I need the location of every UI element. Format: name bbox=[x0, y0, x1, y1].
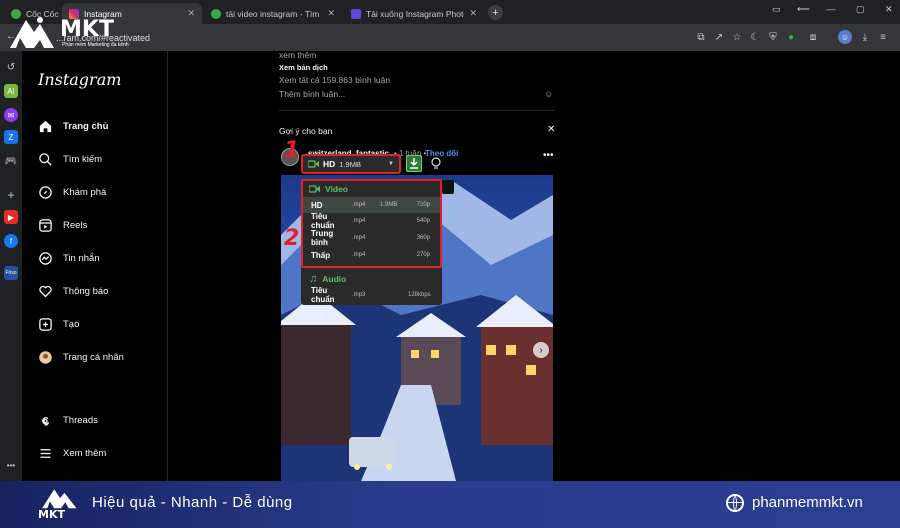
music-note-icon: ♫ bbox=[309, 273, 318, 285]
messenger-icon bbox=[39, 251, 52, 265]
site-favicon-icon bbox=[351, 8, 361, 19]
nav-home[interactable]: Trang chủ bbox=[38, 117, 108, 135]
audio-section-header: ♫ Audio bbox=[309, 273, 347, 285]
close-tab-icon[interactable]: ✕ bbox=[327, 8, 335, 19]
extensions-icon[interactable]: ⧈ bbox=[806, 30, 820, 44]
new-tab-button[interactable]: + bbox=[488, 5, 503, 20]
minimize-icon[interactable]: — bbox=[826, 4, 835, 14]
see-translation-link[interactable]: Xem bản dịch bbox=[279, 63, 328, 72]
video-camera-icon bbox=[308, 160, 319, 168]
back-arrow-icon[interactable]: ⟵ bbox=[797, 4, 810, 14]
nav-notifications[interactable]: Thông báo bbox=[38, 282, 108, 300]
quality-option-medium[interactable]: Trung bình .mp4 360p bbox=[302, 229, 441, 247]
banner-mkt-logo: MKT bbox=[38, 486, 84, 524]
hamburger-icon bbox=[40, 448, 51, 458]
nav-reels[interactable]: Reels bbox=[38, 216, 87, 234]
menu-icon[interactable]: ≡ bbox=[876, 30, 890, 44]
mkt-logo-mark-icon bbox=[42, 489, 77, 509]
tooltip-stub bbox=[442, 180, 454, 194]
download-button[interactable] bbox=[406, 155, 422, 172]
add-comment-input[interactable]: Thêm bình luận... bbox=[279, 89, 345, 99]
download-extension-icon[interactable]: ● bbox=[784, 30, 798, 44]
nav-profile[interactable]: Trang cá nhân bbox=[38, 348, 124, 366]
avatar bbox=[39, 350, 52, 364]
emoji-icon[interactable]: ☺ bbox=[544, 89, 553, 99]
compass-icon bbox=[39, 185, 52, 199]
quality-option-low[interactable]: Thấp .mp4 270p bbox=[302, 247, 441, 263]
coccoc-favicon-icon bbox=[211, 8, 221, 19]
video-section-header: Video bbox=[309, 184, 348, 194]
lightbulb-icon[interactable] bbox=[428, 155, 444, 172]
share-icon[interactable]: ↗ bbox=[712, 30, 726, 44]
download-arrow-icon bbox=[410, 158, 418, 169]
window-controls: ▭ ⟵ — ▢ ✕ bbox=[772, 4, 893, 15]
suggestions-title: Gợi ý cho bạn bbox=[279, 126, 333, 136]
view-all-comments-link[interactable]: Xem tất cả 159.863 bình luận bbox=[279, 75, 390, 85]
next-image-button[interactable]: › bbox=[533, 342, 549, 358]
dropdown-caret-icon: ▼ bbox=[388, 161, 394, 167]
step-marker-2: 2 bbox=[284, 226, 300, 251]
ai-assistant-icon[interactable]: AI bbox=[4, 84, 18, 98]
maximize-icon[interactable]: ▢ bbox=[856, 4, 865, 14]
close-suggestions-icon[interactable]: ✕ bbox=[547, 124, 555, 135]
download-icon[interactable]: ⤓ bbox=[858, 30, 872, 44]
step-marker-1: 1 bbox=[284, 138, 300, 163]
history-icon[interactable]: ↺ bbox=[4, 60, 18, 74]
nav-explore[interactable]: Khám phá bbox=[38, 183, 106, 201]
mkt-logo-mark-icon bbox=[10, 17, 54, 48]
screenshot-icon[interactable]: ⧉ bbox=[694, 30, 708, 44]
game-icon[interactable]: 🎮 bbox=[4, 154, 18, 168]
banner-mkt-wordmark: MKT bbox=[38, 508, 65, 521]
tab-download[interactable]: Tải xuống Instagram Photos, Video, ... ✕ bbox=[344, 3, 484, 24]
divider bbox=[279, 110, 555, 111]
cast-icon[interactable]: ▭ bbox=[772, 4, 781, 14]
messenger-icon[interactable]: ✉ bbox=[4, 108, 18, 122]
audio-option-standard[interactable]: Tiêu chuẩn .mp3 128kbps bbox=[302, 286, 441, 304]
tab-search[interactable]: tải video instagram - Tìm với Cốc Cốc ✕ bbox=[204, 3, 342, 24]
more-dots-icon[interactable]: ••• bbox=[4, 458, 18, 472]
see-more-link[interactable]: xem thêm bbox=[279, 50, 316, 60]
zalo-icon[interactable]: Z bbox=[4, 130, 18, 144]
shield-icon[interactable]: ⛨ bbox=[766, 30, 780, 44]
close-tab-icon[interactable]: ✕ bbox=[469, 8, 477, 19]
search-icon bbox=[39, 152, 52, 166]
close-tab-icon[interactable]: ✕ bbox=[187, 8, 195, 19]
globe-icon bbox=[726, 494, 744, 512]
threads-icon bbox=[42, 416, 50, 426]
nav-threads[interactable]: Threads bbox=[38, 411, 98, 429]
add-sidebar-icon[interactable]: + bbox=[4, 188, 18, 202]
mkt-wordmark: MKT bbox=[60, 17, 114, 42]
nav-more[interactable]: Xem thêm bbox=[38, 444, 106, 462]
quality-option-hd[interactable]: HD .mp4 1.9MB 720p bbox=[302, 197, 441, 213]
mkt-logo: MKT Phần mềm Marketing đa kênh bbox=[6, 14, 146, 52]
plus-square-icon bbox=[39, 317, 52, 331]
heart-icon bbox=[39, 285, 52, 297]
nav-messages[interactable]: Tin nhắn bbox=[38, 249, 100, 267]
friso-icon[interactable]: Friso bbox=[4, 266, 18, 280]
close-window-icon[interactable]: ✕ bbox=[885, 4, 893, 14]
reels-icon bbox=[39, 218, 52, 232]
instagram-logo[interactable]: Instagram bbox=[38, 70, 121, 89]
quality-select-button[interactable]: HD 1.9MB ▼ bbox=[301, 154, 401, 174]
youtube-icon[interactable]: ▶ bbox=[4, 210, 18, 224]
video-camera-icon bbox=[309, 185, 320, 193]
nav-search[interactable]: Tìm kiếm bbox=[38, 150, 102, 168]
profile-avatar[interactable]: ☺ bbox=[838, 30, 852, 44]
mkt-tagline: Phần mềm Marketing đa kênh bbox=[62, 42, 129, 48]
home-icon bbox=[39, 120, 52, 132]
banner-website[interactable]: phanmemmkt.vn bbox=[752, 494, 863, 511]
bookmark-star-icon[interactable]: ☆ bbox=[730, 30, 744, 44]
nav-create[interactable]: Tạo bbox=[38, 315, 79, 333]
quality-option-standard[interactable]: Tiêu chuẩn .mp4 540p bbox=[302, 212, 441, 230]
banner-slogan: Hiệu quả - Nhanh - Dễ dùng bbox=[92, 494, 293, 511]
post-options-icon[interactable]: ••• bbox=[543, 150, 554, 161]
facebook-icon[interactable]: f bbox=[4, 234, 18, 248]
night-mode-icon[interactable]: ☾ bbox=[748, 30, 762, 44]
